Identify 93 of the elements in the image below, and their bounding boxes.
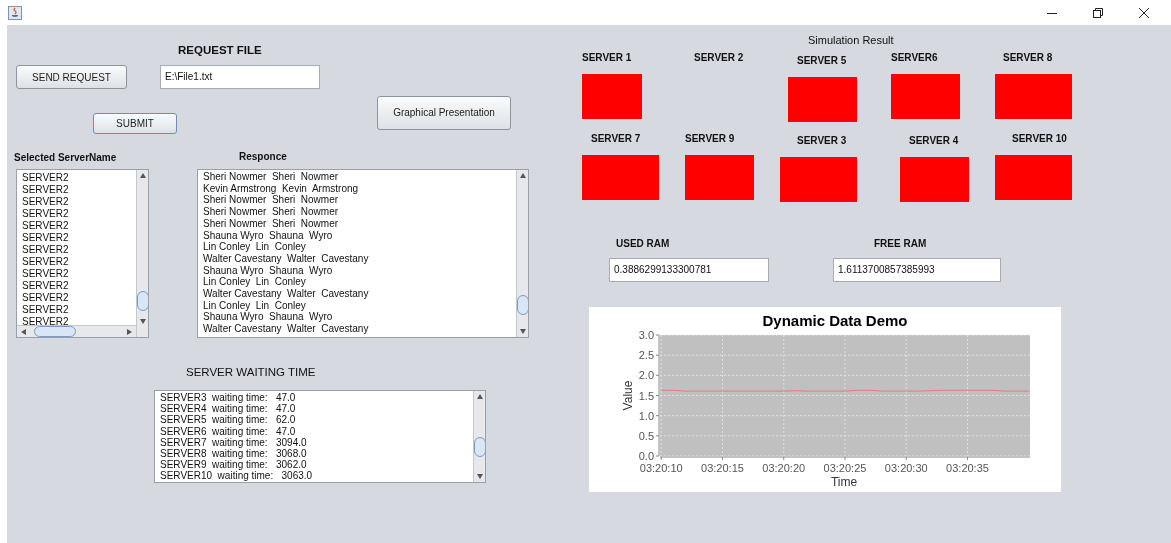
horizontal-scrollbar[interactable] (17, 325, 136, 337)
app-icon (8, 5, 22, 20)
server-label: SERVER 4 (909, 135, 960, 148)
response-heading: Responce (239, 151, 287, 162)
list-item[interactable]: SERVER2 (22, 292, 131, 304)
list-item[interactable]: SERVER8 waiting time: 3068.0 (160, 448, 468, 460)
chart-title: Dynamic Data Demo (762, 312, 908, 329)
scroll-down-icon[interactable] (518, 327, 527, 335)
list-item[interactable]: SERVER2 (22, 196, 131, 208)
server-label: SERVER 5 (797, 55, 848, 68)
list-item[interactable]: Walter Cavestany Walter Cavestany (203, 288, 511, 300)
list-item[interactable]: Lin Conley Lin Conley (203, 299, 511, 312)
y-tick-label: 2.5 (638, 349, 654, 362)
scroll-down-icon[interactable] (138, 317, 147, 325)
server-label: SERVER 9 (685, 133, 736, 146)
list-item[interactable]: Sheri Nowmer Sheri Nowmer (203, 217, 511, 230)
list-item[interactable]: SERVER2 (22, 304, 131, 316)
list-item[interactable]: Shauna Wyro Shauna Wyro (203, 229, 511, 242)
server-label: SERVER 7 (591, 133, 642, 146)
list-item[interactable]: SERVER10 waiting time: 3063.0 (160, 470, 468, 482)
list-item[interactable]: SERVER2 (22, 268, 131, 280)
x-axis-label: Time (830, 475, 858, 489)
list-item[interactable]: Walter Cavestany Walter Cavestany (203, 323, 511, 335)
list-item[interactable]: SERVER7 waiting time: 3094.0 (160, 436, 468, 448)
list-item[interactable]: SERVER2 (22, 316, 131, 325)
list-item[interactable]: SERVER2 (22, 208, 131, 220)
list-item[interactable]: Shauna Wyro Shauna Wyro (203, 264, 511, 277)
server-label: SERVER 1 (582, 52, 633, 65)
y-tick-label: 1.0 (638, 409, 654, 422)
request-file-heading: REQUEST FILE (178, 44, 263, 56)
scroll-right-icon[interactable] (125, 327, 133, 336)
x-tick-label: 03:20:15 (701, 462, 744, 474)
simulation-result-title: Simulation Result (808, 34, 894, 46)
scroll-up-icon[interactable] (518, 172, 527, 180)
y-tick-label: 0.0 (638, 450, 654, 462)
y-tick-label: 0.5 (638, 429, 654, 442)
scroll-up-icon[interactable] (475, 393, 484, 401)
scroll-thumb[interactable] (516, 295, 528, 315)
list-item[interactable]: Walter Cavestany Walter Cavestany (203, 252, 511, 265)
scroll-thumb[interactable] (136, 291, 148, 311)
free-ram-label: FREE RAM (874, 238, 927, 249)
submit-button[interactable]: SUBMIT (93, 113, 177, 134)
server-label: SERVER 2 (694, 52, 745, 65)
list-item[interactable]: SERVER2 (22, 172, 131, 184)
used-ram-label: USED RAM (616, 238, 670, 249)
graphical-presentation-button[interactable]: Graphical Presentation (377, 95, 511, 130)
scroll-thumb[interactable] (473, 437, 485, 457)
list-item[interactable]: SERVER6 waiting time: 47.0 (160, 425, 468, 437)
restore-icon[interactable] (1093, 7, 1103, 18)
x-tick-label: 03:20:30 (884, 462, 928, 474)
list-item[interactable]: SERVER2 (22, 244, 131, 256)
file-path-field[interactable]: E:\File1.txt (160, 65, 320, 89)
list-item[interactable]: Lin Conley Lin Conley (203, 276, 511, 289)
server-label: SERVER 10 (1012, 133, 1068, 146)
x-tick-label: 03:20:35 (946, 462, 989, 474)
list-item[interactable]: SERVER2 (22, 232, 131, 244)
list-item[interactable]: SERVER2 (22, 220, 131, 232)
x-tick-label: 03:20:20 (762, 462, 806, 474)
send-request-button[interactable]: SEND REQUEST (16, 65, 127, 89)
y-tick-label: 2.0 (638, 369, 654, 382)
list-item[interactable]: SERVER2 (22, 184, 131, 196)
list-item[interactable]: SERVER2 (22, 280, 131, 292)
list-item[interactable]: SERVER9 waiting time: 3062.0 (160, 459, 468, 471)
vertical-scrollbar[interactable] (136, 170, 148, 337)
x-tick-label: 03:20:10 (639, 462, 683, 474)
list-item[interactable]: Sheri Nowmer Sheri Nowmer (203, 206, 511, 218)
list-item[interactable]: SERVER2 (22, 256, 131, 268)
list-item[interactable]: Sheri Nowmer Sheri Nowmer (203, 171, 511, 183)
list-item[interactable]: SERVER3 waiting time: 47.0 (160, 392, 468, 404)
scroll-up-icon[interactable] (138, 172, 147, 180)
list-item[interactable]: Kevin Armstrong Kevin Armstrong (203, 182, 511, 195)
used-ram-field[interactable]: 0.3886299133300781 (609, 258, 769, 282)
scroll-left-icon[interactable] (20, 327, 28, 336)
free-ram-field[interactable]: 1.6113700857385993 (833, 258, 1001, 282)
x-tick-label: 03:20:25 (823, 462, 867, 474)
close-icon[interactable] (1139, 7, 1149, 18)
y-tick-label: 3.0 (638, 329, 654, 341)
server-label: SERVER6 (891, 52, 939, 65)
server-label: SERVER 8 (1003, 52, 1054, 65)
list-item[interactable]: SERVER5 waiting time: 62.0 (160, 414, 468, 426)
list-item[interactable]: Lin Conley Lin Conley (203, 241, 511, 253)
y-tick-label: 1.5 (638, 389, 654, 402)
server-label: SERVER 3 (797, 135, 848, 148)
scroll-down-icon[interactable] (475, 472, 484, 480)
list-item[interactable]: Sheri Nowmer Sheri Nowmer (203, 194, 511, 207)
y-axis-label: Value (621, 380, 635, 411)
vertical-scrollbar[interactable] (516, 170, 528, 337)
selected-servername-heading: Selected ServerName (14, 152, 118, 163)
vertical-scrollbar[interactable] (473, 391, 485, 482)
waiting-time-heading: SERVER WAITING TIME (186, 366, 317, 378)
list-item[interactable]: SERVER4 waiting time: 47.0 (160, 403, 468, 415)
scroll-thumb[interactable] (34, 326, 76, 337)
list-item[interactable]: Shauna Wyro Shauna Wyro (203, 311, 511, 324)
